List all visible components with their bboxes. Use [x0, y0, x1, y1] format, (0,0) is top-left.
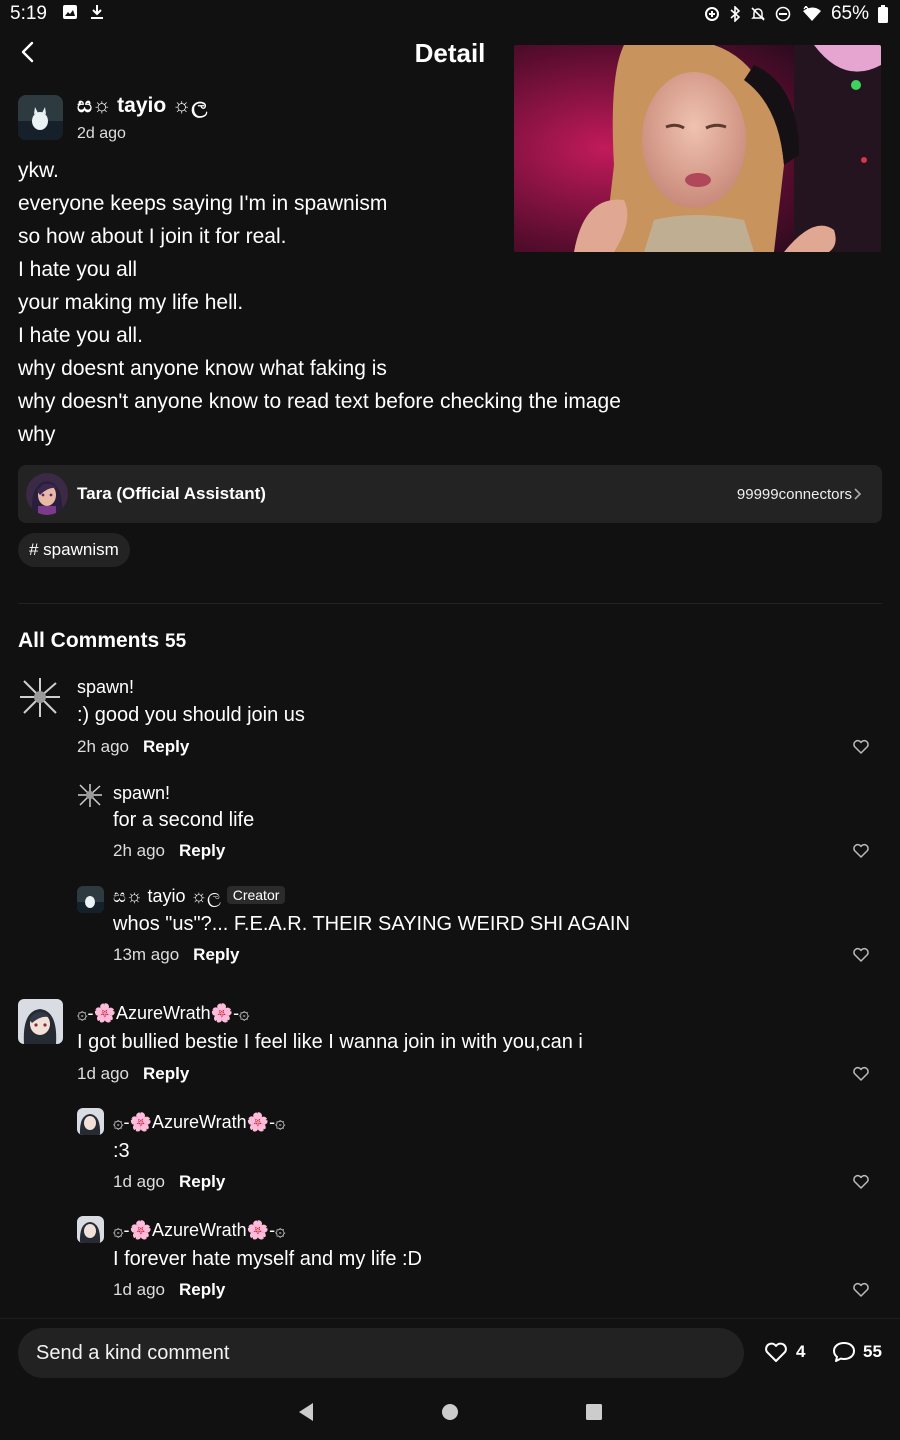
comment-time: 1d ago: [77, 1064, 129, 1083]
comment-avatar[interactable]: [77, 1108, 104, 1135]
comment-count: 55: [863, 1342, 882, 1361]
comment-time: 13m ago: [113, 945, 180, 964]
data-saver-icon: [704, 7, 719, 21]
post-line: so how about I join it for real.: [18, 225, 287, 248]
comment-avatar[interactable]: [18, 999, 63, 1044]
comment-text: I got bullied bestie I feel like I wanna…: [77, 1031, 583, 1053]
post-line: why: [18, 423, 56, 446]
comment-text: :) good you should join us: [77, 704, 305, 726]
reply-button[interactable]: Reply: [179, 841, 225, 860]
comments-count: 55: [165, 631, 187, 652]
reply-button[interactable]: Reply: [179, 1172, 225, 1191]
image-icon: [63, 5, 77, 19]
comment-author[interactable]: ස☼ tayio ☼ල Creator: [113, 886, 286, 907]
reply-button[interactable]: Reply: [143, 737, 189, 756]
bluetooth-icon: [730, 6, 741, 22]
comment-meta: 1d ago Reply: [113, 1172, 225, 1192]
comment-author-name: ස☼ tayio ☼ල: [113, 886, 221, 906]
post-line: ykw.: [18, 159, 59, 182]
post-line: why doesn't anyone know to read text bef…: [18, 390, 621, 413]
like-count: 4: [796, 1342, 806, 1361]
comment-input[interactable]: [18, 1328, 744, 1378]
comment-meta: 2h ago Reply: [113, 841, 225, 861]
comment-author[interactable]: ۞-🌸AzureWrath🌸-۞: [77, 1003, 250, 1024]
comment-time: 2h ago: [113, 841, 165, 860]
creator-badge: Creator: [226, 886, 286, 904]
comment-avatar[interactable]: [18, 675, 63, 720]
status-bar: 5:19 65%: [0, 0, 900, 30]
post-line: I hate you all.: [18, 324, 143, 347]
comment-author[interactable]: ۞-🌸AzureWrath🌸-۞: [113, 1112, 286, 1133]
comments-button[interactable]: 55: [832, 1341, 882, 1363]
comment-text: whos "us"?... F.E.A.R. THEIR SAYING WEIR…: [113, 913, 630, 935]
nav-home-icon[interactable]: [441, 1402, 459, 1422]
comment-text: I forever hate myself and my life :D: [113, 1248, 423, 1270]
comment-time: 2h ago: [77, 737, 129, 756]
post-line: your making my life hell.: [18, 291, 244, 314]
comment-author[interactable]: ۞-🌸AzureWrath🌸-۞: [113, 1220, 286, 1241]
chevron-right-icon: [854, 488, 862, 500]
comment-time: 1d ago: [113, 1172, 165, 1191]
comment-meta: 1d ago Reply: [113, 1280, 225, 1300]
comments-title: All Comments: [18, 629, 160, 652]
reply-button[interactable]: Reply: [143, 1064, 189, 1083]
mute-icon: [751, 7, 765, 21]
assistant-connectors: 99999connectors: [736, 486, 852, 503]
comment-avatar[interactable]: [77, 782, 104, 809]
assistant-avatar: [26, 473, 68, 515]
battery-percent: 65%: [830, 3, 869, 24]
comment-text: :3: [113, 1140, 130, 1162]
reply-button[interactable]: Reply: [179, 1280, 225, 1299]
comment-meta: 1d ago Reply: [77, 1064, 189, 1084]
comments-heading: All Comments 55: [18, 629, 186, 653]
battery-icon: [878, 5, 888, 23]
post-line: why doesnt anyone know what faking is: [18, 357, 387, 380]
post-author-name[interactable]: ස☼ tayio ☼ල: [77, 94, 207, 118]
comment-author[interactable]: spawn!: [77, 677, 134, 698]
comment-text: for a second life: [113, 809, 255, 831]
post-timestamp: 2d ago: [77, 125, 126, 142]
hashtag-chip[interactable]: # spawnism: [18, 533, 130, 567]
download-icon: [91, 5, 103, 19]
post-body: ykw. everyone keeps saying I'm in spawni…: [18, 154, 878, 451]
system-nav-bar: [0, 1382, 900, 1440]
section-divider: [18, 603, 882, 604]
post-author-avatar[interactable]: [18, 95, 63, 140]
comment-meta: 13m ago Reply: [113, 945, 239, 965]
bottom-bar: 4 55: [0, 1318, 900, 1382]
reply-button[interactable]: Reply: [193, 945, 239, 964]
comment-time: 1d ago: [113, 1280, 165, 1299]
wifi-icon: [802, 6, 821, 21]
post-line: everyone keeps saying I'm in spawnism: [18, 192, 388, 215]
post-line: I hate you all: [18, 258, 138, 281]
nav-back-icon[interactable]: [297, 1402, 315, 1422]
heart-icon[interactable]: [852, 842, 870, 860]
assistant-card[interactable]: Tara (Official Assistant) 99999connector…: [18, 465, 882, 523]
heart-icon: [765, 1342, 787, 1362]
heart-icon[interactable]: [852, 1065, 870, 1083]
comment-author[interactable]: spawn!: [113, 783, 170, 804]
heart-icon[interactable]: [852, 1173, 870, 1191]
comment-meta: 2h ago Reply: [77, 737, 189, 757]
dnd-icon: [775, 6, 791, 22]
comment-bubble-icon: [833, 1342, 855, 1362]
heart-icon[interactable]: [852, 738, 870, 756]
nav-recents-icon[interactable]: [585, 1402, 603, 1422]
heart-icon[interactable]: [852, 1281, 870, 1299]
heart-icon[interactable]: [852, 946, 870, 964]
status-time: 5:19: [10, 3, 47, 24]
assistant-name: Tara (Official Assistant): [77, 484, 266, 503]
comment-avatar[interactable]: [77, 1216, 104, 1243]
comment-avatar[interactable]: [77, 886, 104, 913]
like-button[interactable]: 4: [764, 1341, 805, 1363]
